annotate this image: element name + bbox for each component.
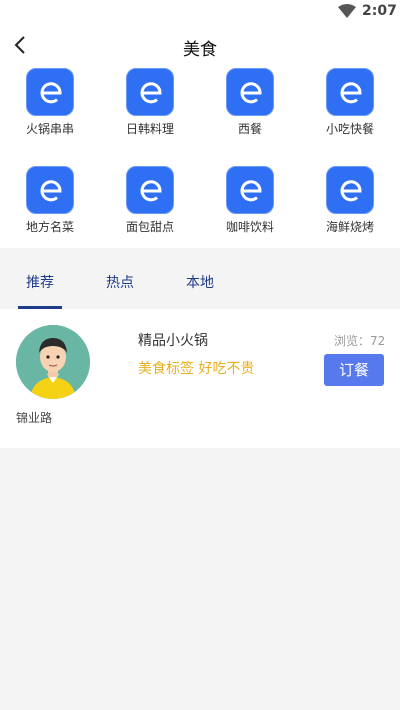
category-grid: 火锅串串 日韩料理 西餐 小吃快餐 地方名菜 面包甜点 咖啡饮料 海鲜烧烤 bbox=[0, 66, 400, 248]
e-logo-icon bbox=[226, 166, 274, 214]
category-label: 日韩料理 bbox=[125, 122, 174, 136]
address: 锦业路 bbox=[16, 411, 53, 425]
category-seafood[interactable]: 海鲜烧烤 bbox=[300, 165, 400, 245]
category-local[interactable]: 地方名菜 bbox=[0, 165, 100, 245]
e-logo-icon bbox=[326, 68, 374, 116]
category-label: 地方名菜 bbox=[25, 220, 74, 234]
category-label: 火锅串串 bbox=[25, 122, 74, 136]
tab-recommend[interactable]: 推荐 bbox=[26, 272, 54, 292]
tab-bar: 推荐 热点 本地 bbox=[0, 257, 400, 309]
tab-hot[interactable]: 热点 bbox=[106, 272, 134, 292]
person-avatar-icon bbox=[16, 325, 90, 399]
title-bar: 美食 bbox=[0, 24, 400, 66]
category-japanese-korean[interactable]: 日韩料理 bbox=[100, 67, 200, 147]
e-logo-icon bbox=[126, 68, 174, 116]
order-button[interactable]: 订餐 bbox=[324, 354, 384, 386]
shop-name[interactable]: 精品小火锅 bbox=[138, 330, 208, 350]
clock: 2:07 bbox=[362, 3, 397, 19]
tab-local[interactable]: 本地 bbox=[186, 272, 214, 292]
category-label: 面包甜点 bbox=[125, 220, 174, 234]
category-label: 咖啡饮料 bbox=[225, 220, 274, 234]
category-label: 海鲜烧烤 bbox=[325, 220, 374, 234]
e-logo-icon bbox=[326, 166, 374, 214]
page-title: 美食 bbox=[183, 40, 217, 60]
status-bar: 2:07 bbox=[0, 0, 400, 24]
e-logo-icon bbox=[126, 166, 174, 214]
category-snack[interactable]: 小吃快餐 bbox=[300, 67, 400, 147]
e-logo-icon bbox=[26, 68, 74, 116]
category-western[interactable]: 西餐 bbox=[200, 67, 300, 147]
listing-card[interactable]: 精品小火锅 浏览：72 美食标签 好吃不贵 订餐 锦业路 bbox=[0, 309, 400, 448]
category-hotpot[interactable]: 火锅串串 bbox=[0, 67, 100, 147]
wifi-icon bbox=[338, 4, 356, 18]
food-tags: 美食标签 好吃不贵 bbox=[138, 361, 255, 377]
category-bakery[interactable]: 面包甜点 bbox=[100, 165, 200, 245]
views-number: 72 bbox=[370, 334, 386, 348]
avatar bbox=[16, 325, 90, 399]
e-logo-icon bbox=[226, 68, 274, 116]
category-coffee[interactable]: 咖啡饮料 bbox=[200, 165, 300, 245]
view-count: 浏览：72 bbox=[334, 332, 385, 349]
views-label: 浏览： bbox=[334, 334, 371, 348]
e-logo-icon bbox=[26, 166, 74, 214]
category-label: 西餐 bbox=[237, 122, 262, 136]
category-label: 小吃快餐 bbox=[325, 122, 374, 136]
